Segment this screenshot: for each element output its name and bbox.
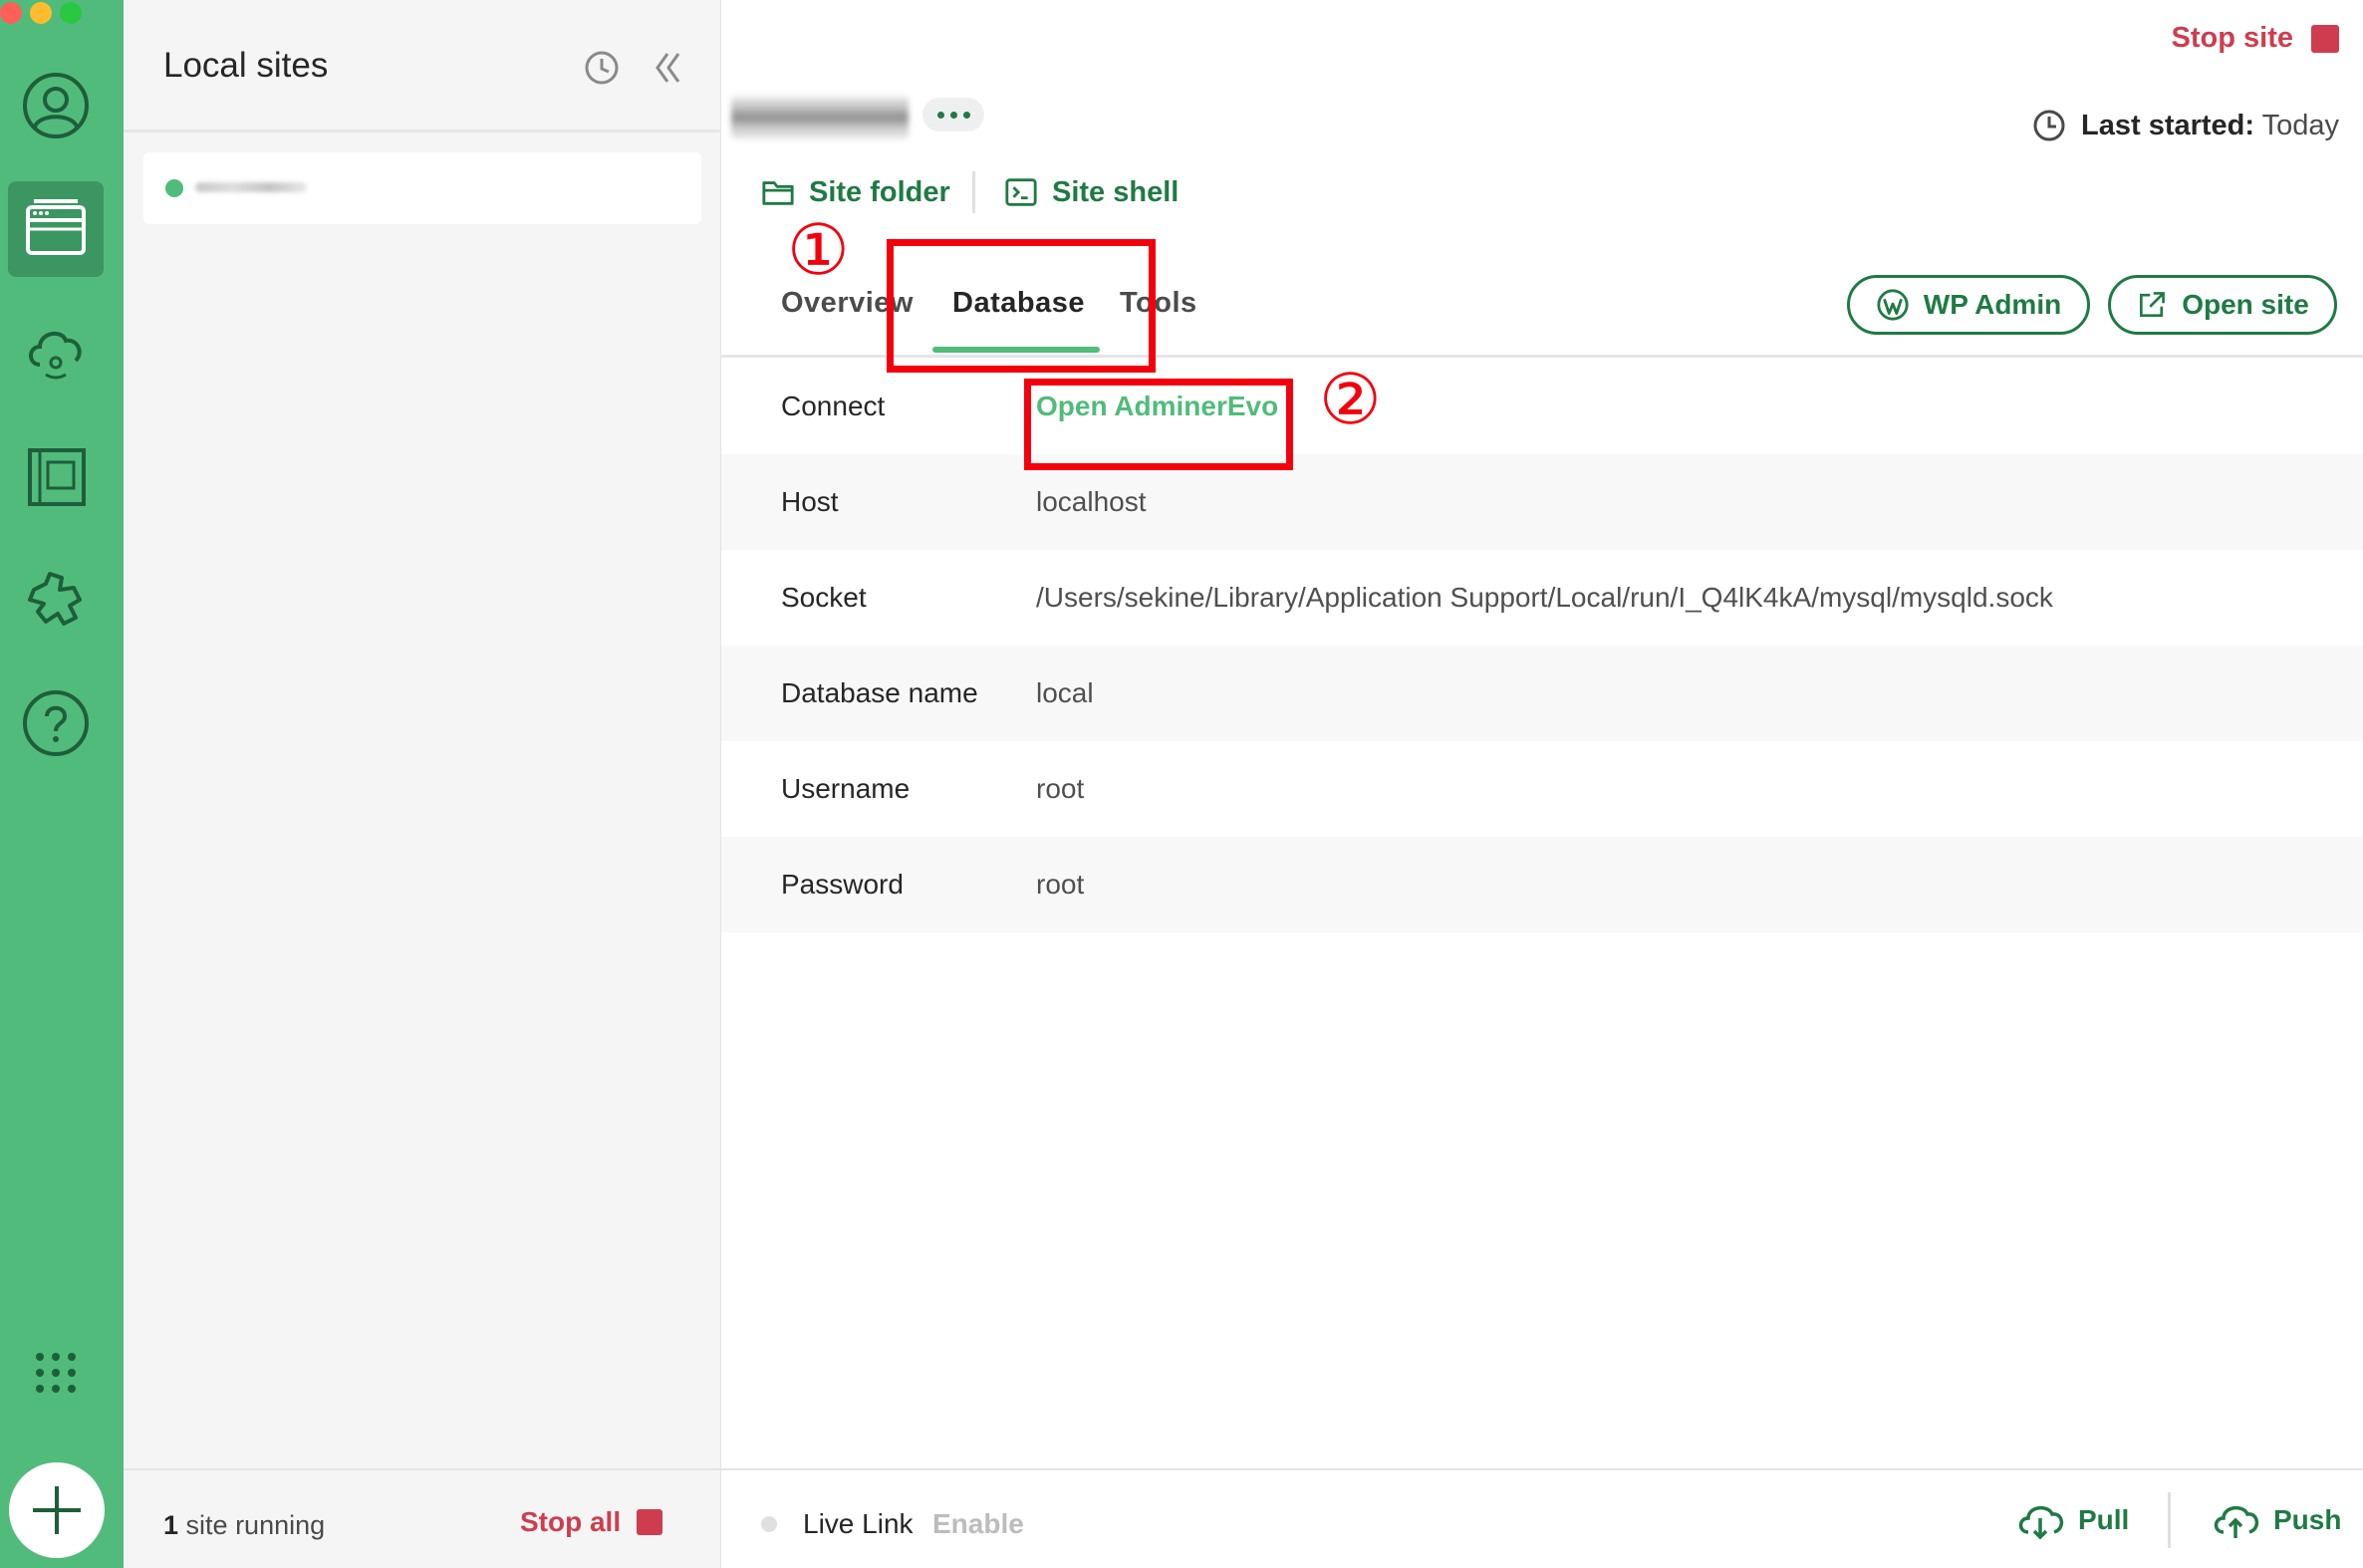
- site-shell-button[interactable]: Site shell: [1004, 175, 1179, 209]
- rail-blueprints-button[interactable]: [8, 428, 104, 524]
- sites-running-text: site running: [185, 1510, 326, 1540]
- site-detail-panel: Stop site Last started: Today Site folde…: [721, 0, 2363, 1568]
- db-row-label: Host: [781, 486, 839, 517]
- db-row-socket: Socket /Users/sekine/Library/Application…: [721, 550, 2363, 646]
- stop-icon: [2311, 24, 2339, 53]
- terminal-icon: [1005, 178, 1037, 206]
- last-started-label: Last started:: [2081, 109, 2255, 141]
- plus-icon: [33, 1486, 81, 1534]
- stop-icon: [637, 1509, 663, 1535]
- more-dot: [949, 111, 957, 119]
- external-link-icon: [2140, 292, 2166, 317]
- db-row-label: Socket: [781, 582, 867, 613]
- cloud-upload-icon: [2214, 1505, 2259, 1538]
- last-started-info: Last started: Today: [2031, 108, 2339, 143]
- cloud-icon: [29, 331, 82, 380]
- annotation-number-2: ②: [1319, 359, 1382, 440]
- annotation-number-1: ①: [787, 209, 850, 291]
- divider: [972, 171, 975, 213]
- db-row-value[interactable]: localhost: [1036, 486, 1147, 518]
- db-row-label: Username: [781, 773, 911, 804]
- db-row-label: Password: [781, 869, 904, 900]
- db-row-host: Host localhost: [721, 454, 2363, 550]
- rail-addons-button[interactable]: [8, 552, 104, 648]
- divider: [124, 130, 721, 132]
- divider: [2168, 1492, 2171, 1548]
- collapse-icon: [656, 53, 680, 83]
- stop-all-label: Stop all: [520, 1506, 622, 1537]
- site-name-redacted: [195, 182, 307, 192]
- live-link-status-indicator: [761, 1516, 777, 1532]
- live-link-label: Live Link: [803, 1508, 914, 1539]
- annotation-box-database-tab: [887, 239, 1156, 373]
- site-list-item[interactable]: [143, 152, 701, 224]
- folder-icon: [762, 181, 794, 205]
- history-button[interactable]: [578, 44, 626, 92]
- db-row-label: Connect: [781, 391, 886, 421]
- rail-cloud-button[interactable]: [8, 305, 104, 400]
- more-dot: [936, 111, 944, 119]
- pull-label: Pull: [2078, 1504, 2130, 1535]
- open-site-label: Open site: [2182, 289, 2309, 320]
- wordpress-icon: [1877, 289, 1909, 321]
- db-row-password: Password root: [721, 837, 2363, 932]
- db-row-value[interactable]: local: [1036, 677, 1094, 709]
- blueprint-icon: [28, 448, 86, 506]
- history-icon: [585, 51, 619, 85]
- sites-running-count: 1: [163, 1510, 179, 1540]
- sites-panel: Local sites 1 site running Stop all: [124, 0, 721, 1568]
- db-row-database-name: Database name local: [721, 646, 2363, 741]
- rail-help-button[interactable]: [8, 675, 104, 771]
- divider: [721, 1468, 2363, 1470]
- site-folder-button[interactable]: Site folder: [761, 175, 950, 209]
- site-shell-label: Site shell: [1052, 175, 1180, 208]
- db-row-value[interactable]: root: [1036, 773, 1084, 805]
- pull-button[interactable]: Pull: [2014, 1500, 2129, 1540]
- rail-apps-button[interactable]: [8, 1325, 104, 1421]
- more-options-button[interactable]: [922, 98, 984, 131]
- stop-all-button[interactable]: Stop all: [520, 1506, 663, 1538]
- site-title-redacted: [731, 96, 909, 139]
- window-minimize-button[interactable]: [30, 2, 52, 24]
- db-row-username: Username root: [721, 741, 2363, 837]
- sites-icon: [26, 199, 86, 255]
- user-icon: [23, 73, 89, 138]
- wp-admin-button[interactable]: WP Admin: [1847, 275, 2090, 335]
- push-button[interactable]: Push: [2210, 1500, 2341, 1540]
- site-folder-label: Site folder: [809, 175, 950, 208]
- stop-site-button[interactable]: Stop site: [2172, 22, 2339, 55]
- divider: [124, 1468, 721, 1470]
- live-link-enable-button[interactable]: Enable: [932, 1508, 1024, 1540]
- rail-user-button[interactable]: [8, 58, 104, 153]
- sites-running-status: 1 site running: [163, 1510, 325, 1541]
- help-icon: [23, 690, 89, 756]
- push-label: Push: [2273, 1504, 2342, 1535]
- navigation-rail: [0, 0, 124, 1568]
- stop-site-label: Stop site: [2171, 22, 2293, 54]
- open-site-button[interactable]: Open site: [2108, 275, 2337, 335]
- more-dot: [962, 111, 970, 119]
- cloud-download-icon: [2018, 1505, 2064, 1540]
- last-started-value: Today: [2261, 109, 2339, 141]
- addons-icon: [28, 572, 82, 626]
- sites-panel-title: Local sites: [163, 46, 329, 85]
- window-zoom-button[interactable]: [60, 2, 82, 24]
- db-row-connect: Connect Open AdminerEvo: [721, 359, 2363, 454]
- annotation-box-adminer-link: [1024, 379, 1293, 470]
- wp-admin-label: WP Admin: [1923, 289, 2062, 320]
- collapse-sidebar-button[interactable]: [644, 44, 691, 92]
- db-row-value[interactable]: /Users/sekine/Library/Application Suppor…: [1036, 582, 2053, 614]
- site-running-indicator: [165, 179, 183, 197]
- apps-grid-icon: [36, 1353, 76, 1393]
- db-row-value[interactable]: root: [1036, 869, 1084, 901]
- rail-sites-button[interactable]: [8, 181, 104, 277]
- window-close-button[interactable]: [0, 2, 22, 24]
- db-row-label: Database name: [781, 677, 978, 708]
- clock-icon: [2033, 110, 2065, 141]
- add-site-button[interactable]: [9, 1462, 105, 1558]
